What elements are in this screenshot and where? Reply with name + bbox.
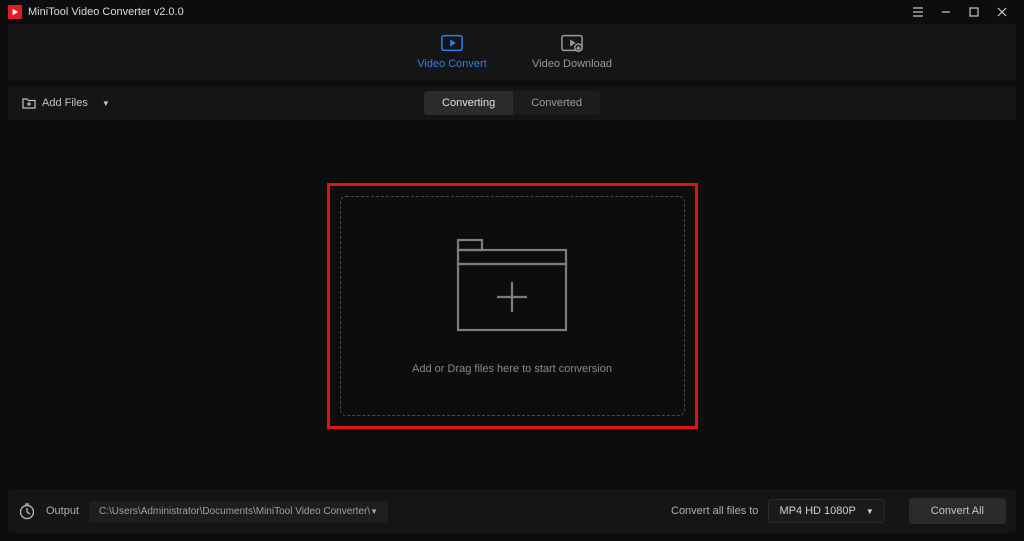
chevron-down-icon: ▼: [102, 99, 110, 108]
tab-video-convert-label: Video Convert: [417, 58, 487, 70]
menu-icon[interactable]: [904, 0, 932, 24]
add-folder-icon: [22, 96, 36, 110]
convert-all-button[interactable]: Convert All: [909, 498, 1006, 524]
app-title: MiniTool Video Converter v2.0.0: [28, 6, 184, 18]
title-bar: MiniTool Video Converter v2.0.0: [0, 0, 1024, 24]
chevron-down-icon: ▼: [866, 507, 874, 516]
timer-icon[interactable]: [18, 502, 36, 520]
add-files-label: Add Files: [42, 97, 88, 109]
tab-converted[interactable]: Converted: [513, 91, 600, 115]
add-files-button[interactable]: Add Files ▼: [16, 92, 116, 114]
chevron-down-icon: ▼: [370, 507, 378, 516]
minimize-button[interactable]: [932, 0, 960, 24]
output-path-text: C:\Users\Administrator\Documents\MiniToo…: [99, 506, 370, 517]
tab-converting[interactable]: Converting: [424, 91, 513, 115]
video-convert-icon: [441, 34, 463, 52]
convert-all-to-label: Convert all files to: [671, 505, 758, 517]
output-format-text: MP4 HD 1080P: [779, 505, 855, 517]
status-tabs: Converting Converted: [424, 91, 600, 115]
output-label: Output: [46, 505, 79, 517]
app-logo-icon: [8, 5, 22, 19]
maximize-button[interactable]: [960, 0, 988, 24]
highlight-annotation: Add or Drag files here to start conversi…: [327, 183, 698, 429]
drop-zone-text: Add or Drag files here to start conversi…: [412, 363, 612, 375]
output-path-select[interactable]: C:\Users\Administrator\Documents\MiniToo…: [89, 501, 388, 522]
output-format-select[interactable]: MP4 HD 1080P ▼: [768, 499, 884, 523]
content-area: Add or Drag files here to start conversi…: [0, 130, 1024, 481]
video-download-icon: [561, 34, 583, 52]
folder-plus-icon: [452, 236, 572, 339]
drop-zone[interactable]: Add or Drag files here to start conversi…: [340, 196, 685, 416]
sub-toolbar: Add Files ▼ Converting Converted: [8, 86, 1016, 120]
main-nav: Video Convert Video Download: [8, 24, 1016, 80]
tab-video-download[interactable]: Video Download: [512, 34, 632, 70]
tab-video-download-label: Video Download: [532, 58, 612, 70]
tab-video-convert[interactable]: Video Convert: [392, 34, 512, 70]
close-button[interactable]: [988, 0, 1016, 24]
bottom-bar: Output C:\Users\Administrator\Documents\…: [8, 489, 1016, 533]
